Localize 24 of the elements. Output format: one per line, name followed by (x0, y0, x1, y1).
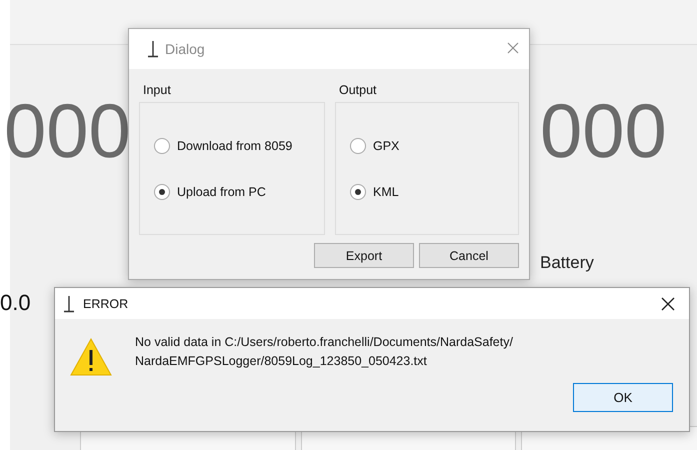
option-label: Upload from PC (177, 184, 266, 198)
option-label: Download from 8059 (177, 138, 292, 152)
app-icon (147, 40, 159, 58)
reading-value: 000 (540, 92, 667, 172)
reading-value: 000 (4, 92, 131, 172)
value-label: 0.0 (0, 290, 31, 316)
window-title: Dialog (165, 41, 205, 57)
group-label: Output (339, 83, 378, 97)
dialog-button[interactable]: Cancel (419, 243, 519, 268)
app-icon (63, 294, 75, 312)
close-icon[interactable] (661, 297, 675, 311)
option-label: KML (373, 184, 399, 198)
window-title: ERROR (83, 296, 128, 310)
group-label: Input (143, 83, 172, 97)
radio-button[interactable] (350, 184, 366, 200)
radio-button[interactable] (350, 138, 366, 154)
ok-button[interactable]: OK (573, 383, 673, 412)
dialog-button[interactable]: Export (314, 243, 414, 268)
battery-label: Battery (540, 253, 594, 273)
option-label: GPX (373, 138, 400, 152)
radio-button[interactable] (154, 184, 170, 200)
radio-button[interactable] (154, 138, 170, 154)
warning-icon (69, 337, 113, 377)
error-message: No valid data in C:/Users/roberto.franchelli/Documents/NardaSafety/ NardaEMFGPSLogger/8059Log_123850_050423.txt (135, 334, 513, 370)
